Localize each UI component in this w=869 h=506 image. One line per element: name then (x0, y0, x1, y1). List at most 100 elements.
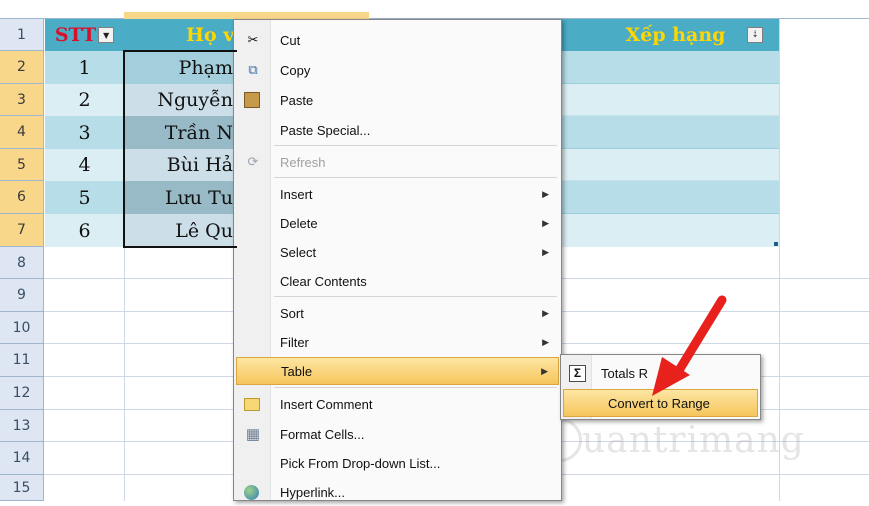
row-number: 3 (17, 91, 26, 108)
row-header-2[interactable]: 2 (0, 51, 44, 84)
row-header-4[interactable]: 4 (0, 116, 44, 149)
menu-item-cut[interactable]: ✂ Cut (236, 26, 559, 54)
menu-item-pick-from-list[interactable]: Pick From Drop-down List... (236, 449, 559, 477)
row-header-10[interactable]: 10 (0, 312, 44, 344)
row-header-3[interactable]: 3 (0, 84, 44, 116)
row-number: 2 (17, 59, 26, 75)
table-row-stt[interactable]: 3 (45, 116, 124, 149)
menu-item-convert-to-range[interactable]: Convert to Range (563, 389, 758, 417)
table-row-rank[interactable] (562, 181, 779, 214)
comment-icon (244, 397, 260, 411)
menu-item-select[interactable]: Select ▶ (236, 238, 559, 266)
selected-range (123, 50, 237, 248)
menu-separator (274, 177, 557, 178)
row-header-7[interactable]: 7 (0, 214, 44, 247)
format-cells-icon: ▦ (245, 426, 261, 443)
row-number: 5 (17, 156, 26, 173)
menu-item-insert-comment[interactable]: Insert Comment (236, 390, 559, 418)
table-row-rank[interactable] (562, 84, 779, 116)
filter-dropdown-icon[interactable]: ▼ (98, 27, 115, 43)
menu-item-label: Pick From Drop-down List... (280, 455, 441, 471)
copy-icon: ⧉ (248, 62, 258, 77)
table-row-stt[interactable]: 6 (45, 214, 124, 247)
row-header-9[interactable]: 9 (0, 279, 44, 312)
submenu-arrow-icon: ▶ (542, 246, 549, 257)
menu-item-label: Copy (280, 62, 311, 78)
table-resize-handle[interactable] (774, 242, 778, 246)
row-number: 13 (12, 417, 31, 434)
menu-item-label: Filter (280, 334, 309, 350)
menu-item-label: Refresh (280, 154, 326, 170)
menu-separator (274, 145, 557, 146)
menu-item-label: Select (280, 244, 317, 260)
row-number: 8 (17, 254, 26, 271)
menu-item-label: Insert Comment (280, 396, 373, 412)
table-row-stt[interactable]: 5 (45, 181, 124, 214)
row-number: 12 (12, 385, 31, 401)
menu-item-label: Insert (280, 186, 313, 202)
row-header-13[interactable]: 13 (0, 410, 44, 442)
header-stt[interactable]: STT ▼ (45, 19, 124, 51)
row-header-14[interactable]: 14 (0, 442, 44, 475)
menu-item-paste[interactable]: Paste (236, 86, 559, 114)
table-row-rank[interactable] (562, 51, 779, 84)
table-row-stt[interactable]: 4 (45, 149, 124, 181)
cell-value: 2 (78, 89, 91, 111)
menu-item-hyperlink[interactable]: Hyperlink... (236, 478, 559, 506)
sort-filter-icon[interactable]: ⇣ (747, 27, 763, 43)
row-header-15[interactable]: 15 (0, 475, 44, 501)
row-header-8[interactable]: 8 (0, 247, 44, 279)
menu-item-clear-contents[interactable]: Clear Contents (236, 267, 559, 295)
menu-item-label: Clear Contents (280, 273, 367, 289)
submenu-arrow-icon: ▶ (542, 217, 549, 228)
menu-item-format-cells[interactable]: ▦ Format Cells... (236, 420, 559, 448)
table-submenu: Σ Totals R Convert to Range (560, 354, 761, 420)
table-row-rank[interactable] (562, 149, 779, 181)
row-number: 15 (12, 479, 31, 496)
row-header-11[interactable]: 11 (0, 344, 44, 377)
menu-item-label: Paste Special... (280, 122, 371, 138)
submenu-arrow-icon: ▶ (541, 365, 548, 376)
menu-separator (274, 296, 557, 297)
menu-item-delete[interactable]: Delete ▶ (236, 209, 559, 237)
header-xep-hang[interactable]: Xếp hạng ⇣ (562, 19, 779, 51)
cell-value: 5 (78, 186, 91, 209)
menu-item-label: Convert to Range (608, 395, 710, 411)
menu-item-copy[interactable]: ⧉ Copy (236, 56, 559, 84)
row-header-6[interactable]: 6 (0, 181, 44, 214)
row-number: 7 (17, 222, 26, 238)
header-stt-label: STT (54, 24, 97, 46)
hyperlink-icon (244, 484, 259, 500)
menu-item-label: Hyperlink... (280, 484, 346, 500)
submenu-arrow-icon: ▶ (542, 188, 549, 199)
menu-item-label: Sort (280, 305, 304, 321)
menu-item-label: Cut (280, 32, 301, 48)
cell-value: 4 (78, 154, 91, 176)
menu-item-filter[interactable]: Filter ▶ (236, 328, 559, 356)
menu-item-table[interactable]: Table ▶ (236, 357, 559, 385)
row-header-1[interactable]: 1 (0, 19, 44, 51)
table-row-stt[interactable]: 1 (45, 51, 124, 84)
menu-item-paste-special[interactable]: Paste Special... (236, 116, 559, 144)
row-number: 14 (12, 450, 31, 466)
header-xep-hang-label: Xếp hạng (625, 24, 726, 46)
menu-item-label: Format Cells... (280, 426, 365, 442)
row-header-12[interactable]: 12 (0, 377, 44, 410)
table-row-rank[interactable] (562, 214, 779, 247)
cell-value: 6 (78, 219, 91, 242)
menu-item-refresh[interactable]: ⟳ Refresh (236, 148, 559, 176)
submenu-arrow-icon: ▶ (542, 336, 549, 347)
row-number: 1 (17, 26, 26, 43)
row-header-5[interactable]: 5 (0, 149, 44, 181)
menu-item-totals-row[interactable]: Σ Totals R (563, 359, 758, 387)
header-ho-ten-label: Họ v (186, 24, 235, 46)
refresh-icon: ⟳ (247, 154, 259, 169)
table-row-rank[interactable] (562, 116, 779, 149)
row-number: 9 (17, 287, 26, 303)
table-row-stt[interactable]: 2 (45, 84, 124, 116)
scissors-icon: ✂ (247, 32, 259, 47)
context-menu: ✂ Cut ⧉ Copy Paste Paste Special... ⟳ Re… (233, 19, 562, 501)
menu-item-sort[interactable]: Sort ▶ (236, 299, 559, 327)
menu-item-insert[interactable]: Insert ▶ (236, 180, 559, 208)
paste-icon (244, 92, 260, 108)
